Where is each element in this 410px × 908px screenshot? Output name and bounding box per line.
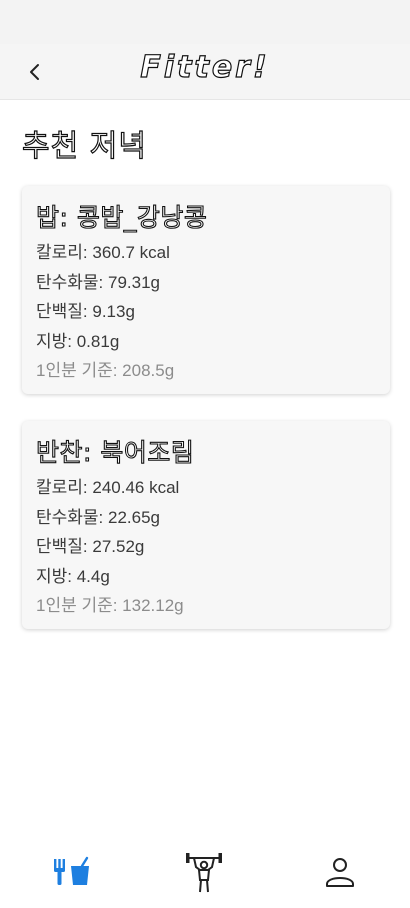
meal-card-rice: 밥: 콩밥_강낭콩 칼로리: 360.7 kcal 탄수화물: 79.31g 단… — [22, 186, 390, 394]
app-bar: Fitter! — [0, 44, 410, 100]
app-screen: Fitter! 추천 저녁 밥: 콩밥_강낭콩 칼로리: 360.7 kcal … — [0, 0, 410, 908]
protein-text: 단백질: 27.52g — [36, 537, 145, 556]
card-title: 밥: 콩밥_강낭콩 — [35, 202, 208, 232]
serving-text: 1인분 기준: 208.5g — [36, 361, 175, 380]
serving-text: 1인분 기준: 132.12g — [36, 596, 184, 615]
protein-text: 단백질: 9.13g — [36, 302, 135, 321]
carbs-text: 탄수화물: 79.31g — [36, 272, 161, 292]
card-title: 반찬: 북어조림 — [35, 437, 195, 467]
weightlifting-icon — [186, 853, 222, 893]
carbs-text: 탄수화물: 22.65g — [36, 507, 161, 527]
nav-workout-button[interactable] — [174, 844, 234, 900]
fat-text: 지방: 4.4g — [36, 566, 110, 586]
fork-cup-icon — [54, 856, 89, 885]
page-title: 추천 저녁 — [21, 128, 147, 164]
calories-text: 칼로리: 240.46 kcal — [36, 478, 180, 497]
bottom-nav — [0, 838, 410, 908]
status-bar — [0, 0, 410, 44]
nav-food-button[interactable] — [42, 844, 102, 900]
nav-profile-button[interactable] — [310, 844, 370, 900]
app-title: Fitter! — [140, 49, 270, 85]
fat-text: 지방: 0.81g — [36, 331, 120, 351]
profile-icon — [326, 858, 354, 887]
calories-text: 칼로리: 360.7 kcal — [36, 243, 170, 262]
meal-card-side: 반찬: 북어조림 칼로리: 240.46 kcal 탄수화물: 22.65g 단… — [22, 421, 390, 629]
